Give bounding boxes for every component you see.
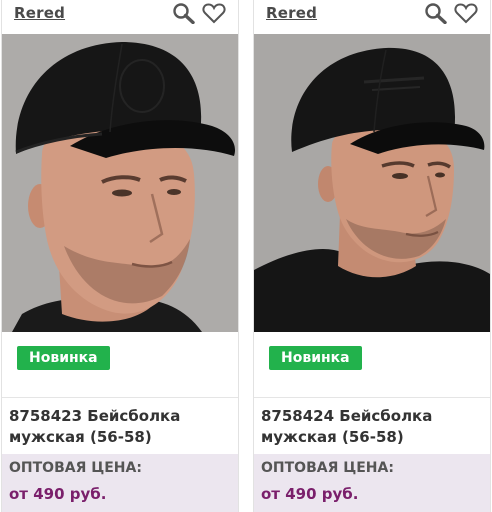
price-box: ОПТОВАЯ ЦЕНА: от 490 руб. bbox=[254, 454, 490, 512]
product-card[interactable]: Rered bbox=[253, 0, 491, 512]
heart-icon[interactable] bbox=[454, 2, 478, 24]
new-badge: Новинка bbox=[269, 346, 362, 370]
price-value: от 490 руб. bbox=[9, 485, 107, 503]
product-card[interactable]: Rered bbox=[1, 0, 239, 512]
price-box: ОПТОВАЯ ЦЕНА: от 490 руб. bbox=[2, 454, 238, 512]
brand-link[interactable]: Rered bbox=[266, 4, 317, 22]
search-icon[interactable] bbox=[424, 2, 448, 25]
search-icon[interactable] bbox=[172, 2, 196, 25]
card-actions bbox=[172, 2, 226, 25]
product-name[interactable]: 8758424 Бейсболка мужская (56-58) bbox=[261, 406, 485, 448]
product-name[interactable]: 8758423 Бейсболка мужская (56-58) bbox=[9, 406, 233, 448]
new-badge: Новинка bbox=[17, 346, 110, 370]
product-image[interactable] bbox=[254, 34, 490, 332]
price-label: ОПТОВАЯ ЦЕНА: bbox=[9, 460, 142, 476]
brand-link[interactable]: Rered bbox=[14, 4, 65, 22]
divider bbox=[2, 397, 238, 398]
card-actions bbox=[424, 2, 478, 25]
price-label: ОПТОВАЯ ЦЕНА: bbox=[261, 460, 394, 476]
price-value: от 490 руб. bbox=[261, 485, 359, 503]
divider bbox=[254, 397, 490, 398]
product-image[interactable] bbox=[2, 34, 238, 332]
heart-icon[interactable] bbox=[202, 2, 226, 24]
